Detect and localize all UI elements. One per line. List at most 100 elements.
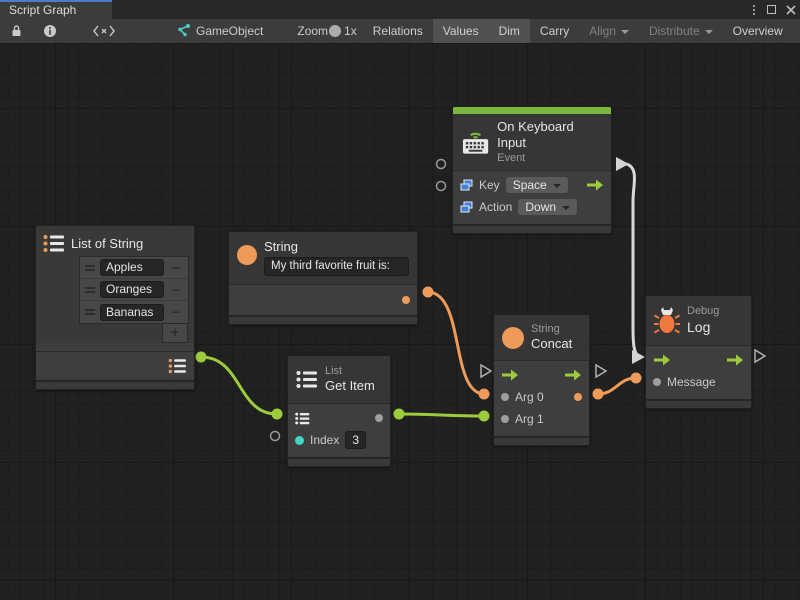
port-concat-arg1-input[interactable] — [479, 411, 490, 422]
align-button[interactable]: Align — [579, 19, 639, 43]
list-icon[interactable] — [168, 358, 187, 374]
flow-wire-keyboard-to-log[interactable] — [627, 164, 640, 358]
script-graph-window: Script Graph — [0, 0, 800, 600]
code-icon — [93, 25, 115, 37]
port-log-flow-out[interactable] — [755, 350, 765, 362]
wire-concat-to-log[interactable] — [598, 378, 636, 394]
port-getitem-list-input[interactable] — [272, 409, 283, 420]
flow-arrow-icon[interactable] — [586, 179, 604, 191]
drag-handle-icon[interactable] — [80, 265, 100, 271]
message-input-dot[interactable] — [653, 378, 661, 386]
list-item-field[interactable]: Apples — [100, 259, 164, 276]
node-title: String — [264, 239, 409, 255]
node-subtitle: Event — [497, 152, 603, 166]
wire-list-to-getitem[interactable] — [201, 357, 277, 414]
port-list-output[interactable] — [196, 352, 207, 363]
index-field[interactable]: 3 — [345, 431, 366, 449]
arg0-label: Arg 0 — [515, 390, 544, 404]
action-row: Action Down — [453, 196, 611, 218]
fullscreen-button[interactable]: Full Screen — [793, 19, 800, 43]
port-concat-flow-out[interactable] — [596, 365, 606, 377]
list-icon[interactable] — [295, 412, 310, 425]
node-title: On Keyboard Input — [497, 119, 603, 152]
graph-canvas[interactable]: On Keyboard Input Event Key Space — [0, 44, 800, 600]
remove-item-button[interactable]: − — [164, 260, 188, 276]
edit-code-button[interactable] — [67, 19, 141, 43]
enum-icon — [460, 179, 473, 192]
node-debug-log[interactable]: Debug Log Message — [645, 295, 752, 409]
node-get-item[interactable]: List Get Item Index 3 — [287, 355, 391, 467]
action-label: Action — [479, 200, 512, 214]
flow-arrow-icon[interactable] — [501, 369, 519, 381]
list-editor: Apples − Oranges − Bananas − — [79, 256, 189, 324]
flow-out-port-keyboard[interactable] — [616, 157, 629, 171]
drag-handle-icon[interactable] — [80, 309, 100, 315]
node-footer — [229, 315, 417, 324]
flow-arrow-icon[interactable] — [653, 354, 671, 366]
getitem-output-dot[interactable] — [375, 414, 383, 422]
dim-button[interactable]: Dim — [489, 19, 530, 43]
node-concat[interactable]: String Concat Arg 0 — [493, 314, 590, 446]
message-label: Message — [667, 375, 716, 389]
node-title: List of String — [71, 236, 143, 251]
string-value-field[interactable]: My third favorite fruit is: — [264, 257, 409, 275]
flow-in-port-log[interactable] — [632, 350, 645, 364]
port-concat-output[interactable] — [593, 389, 604, 400]
carry-button[interactable]: Carry — [530, 19, 579, 43]
port-concat-flow-in[interactable] — [481, 365, 491, 377]
zoom-value: 1x — [338, 19, 363, 43]
close-icon[interactable] — [786, 5, 796, 15]
lock-button[interactable] — [0, 19, 33, 43]
panel-menu-icon[interactable] — [751, 5, 757, 15]
port-index-input[interactable] — [271, 432, 280, 441]
string-output-dot[interactable] — [402, 296, 410, 304]
action-dropdown[interactable]: Down — [518, 199, 577, 215]
overview-button[interactable]: Overview — [723, 19, 793, 43]
drag-handle-icon[interactable] — [80, 287, 100, 293]
arg1-input-dot[interactable] — [501, 415, 509, 423]
list-item-field[interactable]: Oranges — [100, 281, 164, 298]
remove-item-button[interactable]: − — [164, 282, 188, 298]
concat-flow-row — [494, 364, 589, 386]
info-icon — [43, 24, 57, 38]
key-dropdown[interactable]: Space — [506, 177, 568, 193]
key-label: Key — [479, 178, 500, 192]
node-list-of-string[interactable]: List of String Apples − Oranges − — [35, 225, 195, 390]
values-button[interactable]: Values — [433, 19, 489, 43]
zoom-slider-handle[interactable] — [329, 25, 341, 37]
lock-icon — [10, 24, 23, 38]
port-concat-arg0-input[interactable] — [479, 389, 490, 400]
port-log-message-input[interactable] — [631, 373, 642, 384]
node-category: String — [531, 323, 572, 337]
list-output-row — [36, 351, 194, 380]
add-item-button[interactable]: + — [162, 324, 188, 343]
concat-output-dot[interactable] — [574, 393, 582, 401]
node-category: List — [325, 365, 375, 379]
maximize-icon[interactable] — [767, 5, 776, 14]
index-input-dot[interactable] — [295, 436, 304, 445]
tab-script-graph[interactable]: Script Graph — [0, 0, 112, 19]
wire-string-to-concat[interactable] — [428, 292, 484, 394]
port-string-output[interactable] — [423, 287, 434, 298]
wire-getitem-to-concat[interactable] — [399, 414, 484, 416]
chevron-down-icon — [562, 206, 570, 210]
node-footer — [494, 436, 589, 445]
node-on-keyboard-input[interactable]: On Keyboard Input Event Key Space — [452, 106, 612, 234]
log-flow-row — [646, 349, 751, 371]
flow-arrow-icon[interactable] — [726, 354, 744, 366]
chevron-down-icon — [553, 184, 561, 188]
node-footer — [646, 399, 751, 408]
node-footer — [288, 457, 390, 466]
list-item-field[interactable]: Bananas — [100, 304, 164, 321]
relations-button[interactable]: Relations — [363, 19, 433, 43]
port-getitem-output[interactable] — [394, 409, 405, 420]
distribute-button[interactable]: Distribute — [639, 19, 723, 43]
info-button[interactable] — [33, 19, 67, 43]
remove-item-button[interactable]: − — [164, 304, 188, 320]
arg0-input-dot[interactable] — [501, 393, 509, 401]
port-key-input[interactable] — [437, 160, 446, 169]
list-icon — [296, 370, 318, 389]
port-action-input[interactable] — [437, 182, 446, 191]
node-string-literal[interactable]: String My third favorite fruit is: — [228, 231, 418, 325]
flow-arrow-icon[interactable] — [564, 369, 582, 381]
